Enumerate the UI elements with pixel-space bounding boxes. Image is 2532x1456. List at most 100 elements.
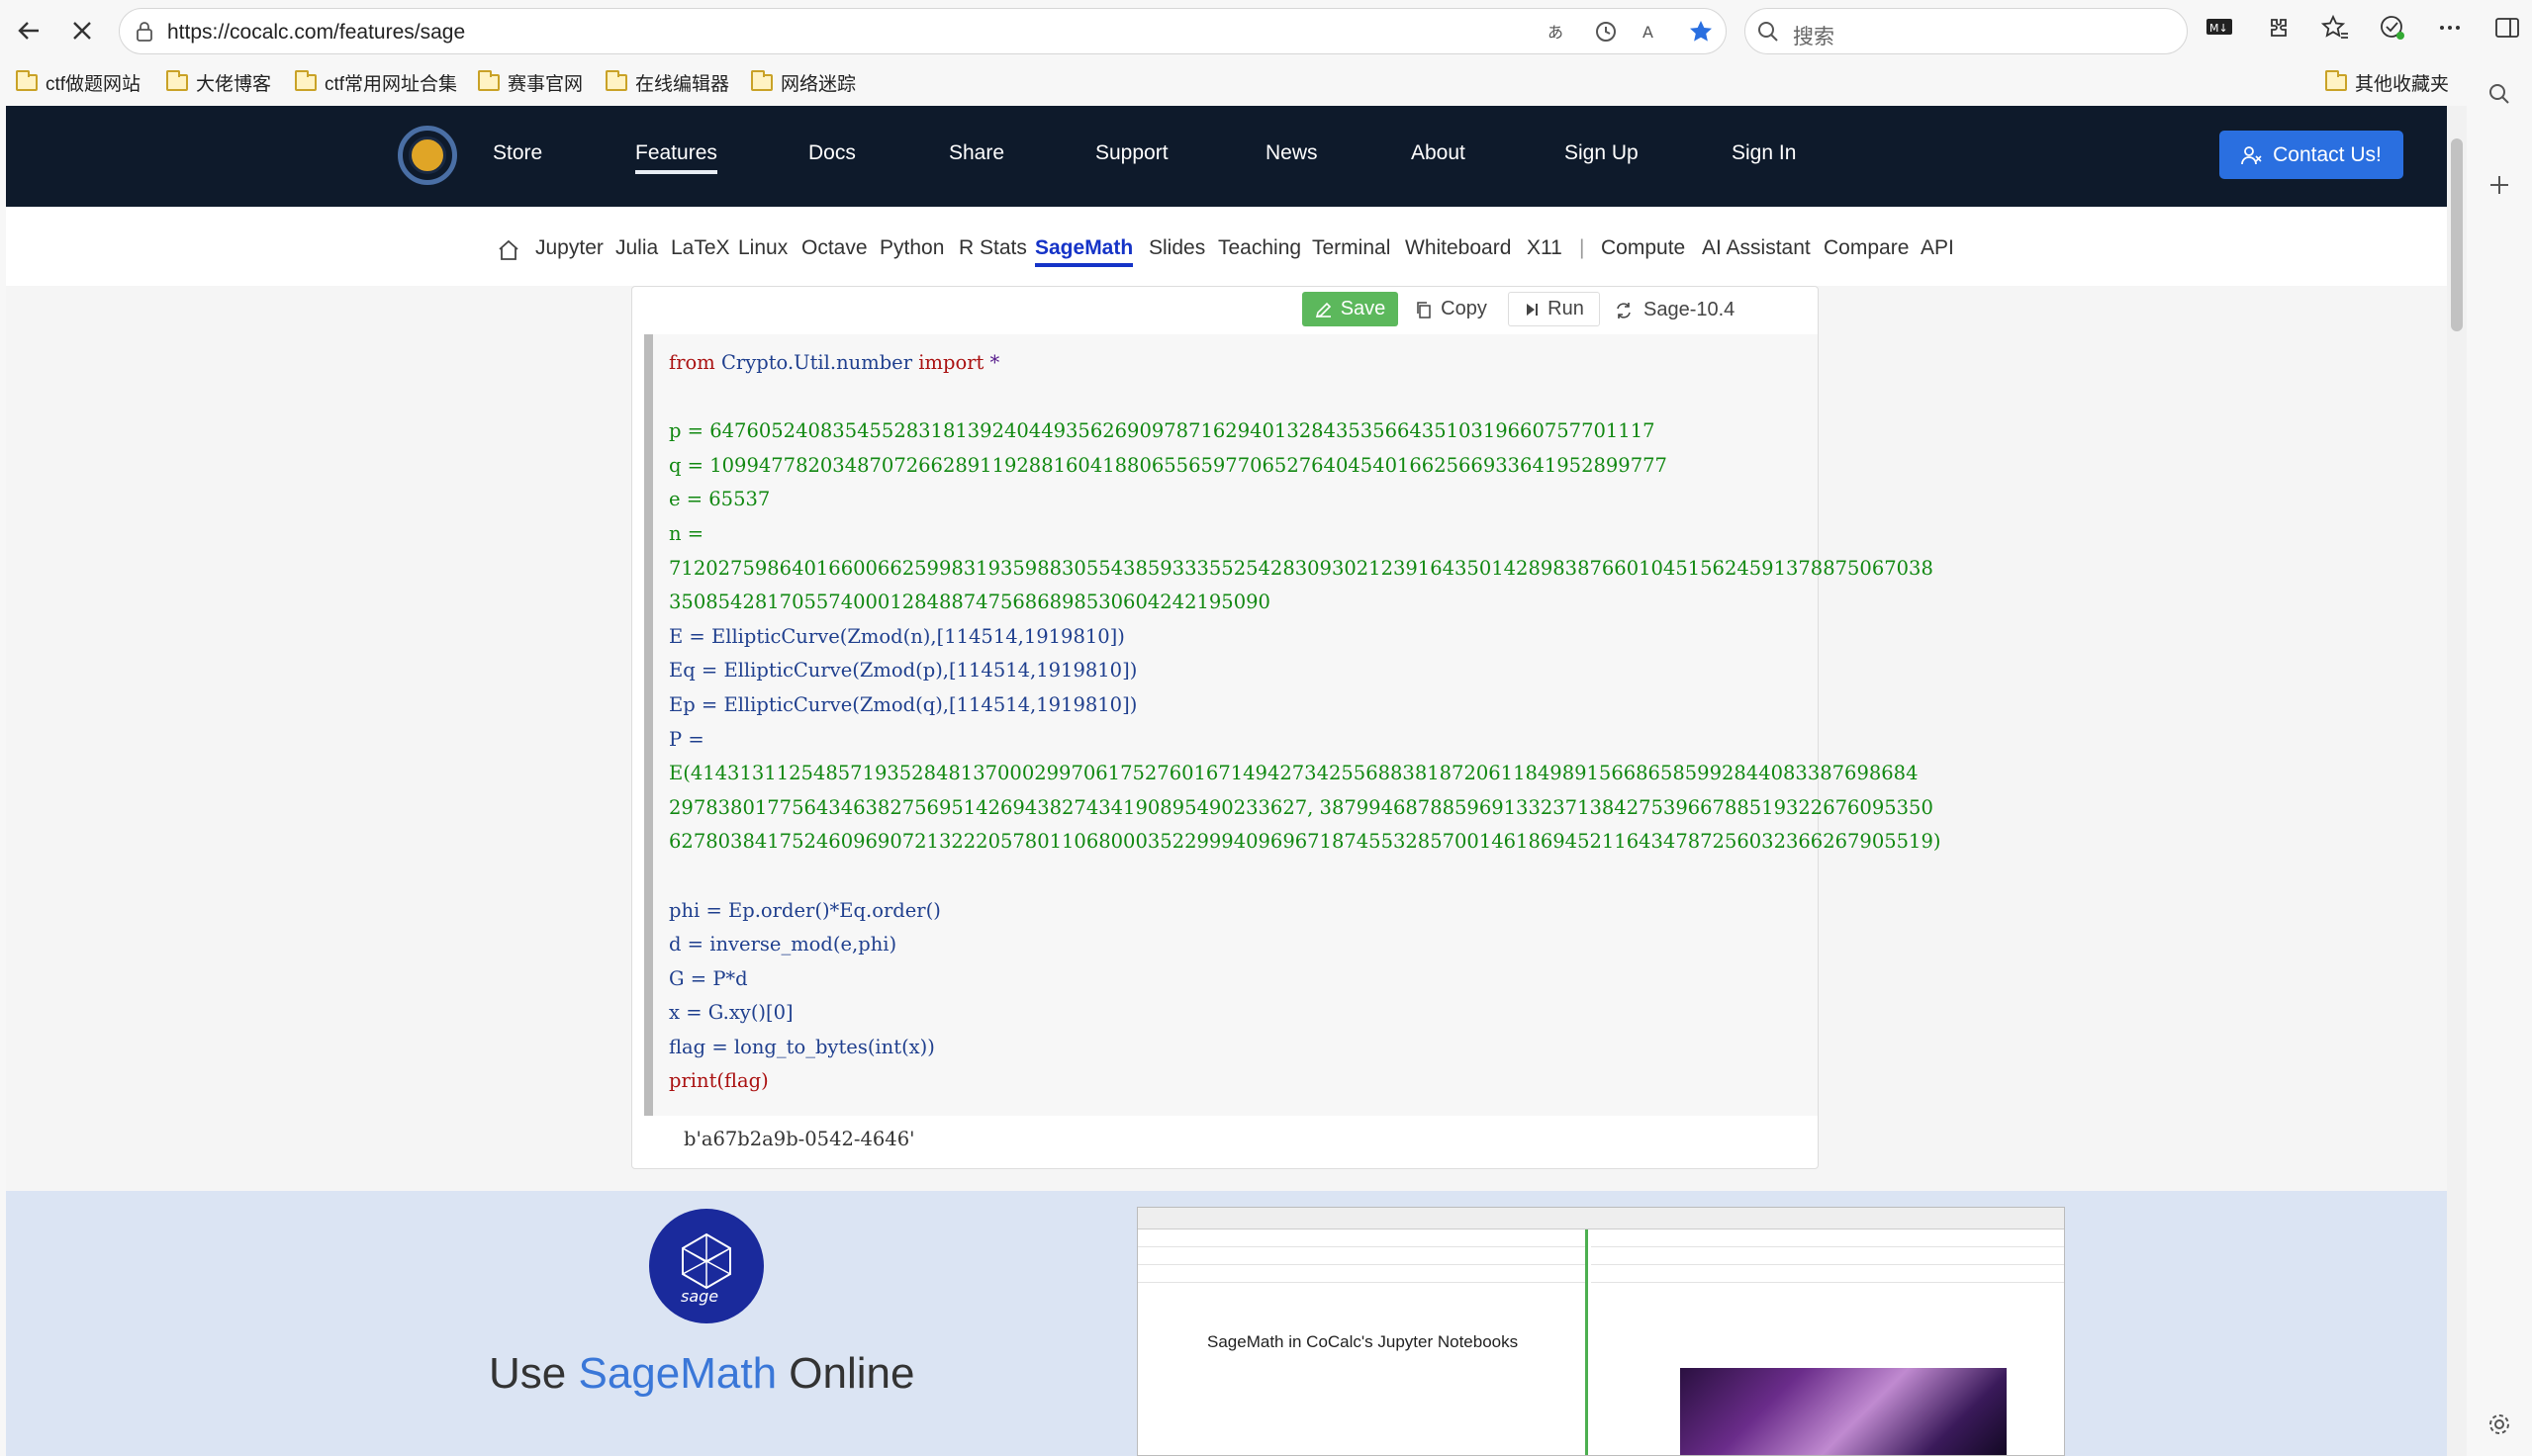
screenshot-left-panel: SageMath in CoCalc's Jupyter Notebooks — [1138, 1229, 1588, 1455]
code-line-x: x = G.xy()[0] — [669, 1001, 794, 1025]
contact-us-button[interactable]: Contact Us! — [2219, 131, 2403, 179]
edge-sidebar — [2467, 61, 2532, 1456]
code-output: b'a67b2a9b-0542-4646' — [684, 1128, 915, 1150]
url-bar[interactable]: https://cocalc.com/features/sage あ A — [119, 8, 1727, 54]
scrollbar-thumb[interactable] — [2451, 138, 2463, 331]
subnav-terminal[interactable]: Terminal — [1312, 236, 1390, 260]
performance-icon[interactable] — [2379, 14, 2406, 42]
nav-news[interactable]: News — [1266, 141, 1318, 165]
read-aloud-icon[interactable]: A — [1641, 19, 1666, 45]
cocalc-logo[interactable] — [398, 126, 457, 185]
lock-icon — [137, 22, 152, 42]
subnav-sagemath[interactable]: SageMath — [1035, 236, 1134, 267]
screenshot-actions — [1138, 1265, 1585, 1283]
browser-toolbar-actions: M↓ — [2204, 14, 2521, 42]
folder-icon — [751, 70, 773, 91]
svg-text:あ: あ — [1547, 23, 1563, 42]
site-top-nav: Store Features Docs Share Support News A… — [6, 106, 2447, 207]
subnav-compare[interactable]: Compare — [1824, 236, 1909, 260]
subnav-octave[interactable]: Octave — [801, 236, 868, 260]
browser-chrome: https://cocalc.com/features/sage あ A 搜索 … — [0, 0, 2532, 106]
code-line-q: q = 109947782034870726628911928816041880… — [669, 453, 1667, 477]
nav-about[interactable]: About — [1411, 141, 1465, 165]
subnav-api[interactable]: API — [1921, 236, 1954, 260]
bookmark-folder[interactable]: ctf常用网址合集 — [295, 69, 457, 96]
other-bookmarks-folder[interactable]: 其他收藏夹 — [2325, 69, 2449, 96]
back-button[interactable] — [12, 14, 46, 47]
sync-icon — [1617, 302, 1631, 318]
folder-icon — [166, 70, 188, 91]
add-icon[interactable] — [2486, 172, 2512, 198]
bookmark-folder[interactable]: 大佬博客 — [166, 69, 271, 96]
copy-button[interactable]: Copy — [1404, 292, 1498, 326]
screenshot-actions — [1591, 1265, 2064, 1283]
bookmark-folder[interactable]: 赛事官网 — [478, 69, 583, 96]
code-toolbar: Save Copy Run Sage-10.4 — [632, 287, 1818, 332]
address-row: https://cocalc.com/features/sage あ A 搜索 … — [0, 0, 2532, 61]
bookmarks-bar: ctf做题网站 大佬博客 ctf常用网址合集 赛事官网 在线编辑器 网络迷踪 其… — [0, 61, 2532, 103]
svg-text:sage: sage — [681, 1287, 718, 1306]
subnav-ai-assistant[interactable]: AI Assistant — [1702, 236, 1811, 260]
subnav-x11[interactable]: X11 — [1527, 236, 1562, 260]
screenshot-tabbar — [1138, 1208, 2064, 1229]
subnav-python[interactable]: Python — [880, 236, 944, 260]
folder-icon — [16, 70, 38, 91]
nav-store[interactable]: Store — [493, 141, 542, 165]
folder-icon — [606, 70, 627, 91]
subnav-r-stats[interactable]: R Stats — [959, 236, 1027, 260]
sidebar-toggle-icon[interactable] — [2493, 14, 2521, 42]
code-line-P-value-2: 2978380177564346382756951426943827434190… — [669, 795, 1933, 819]
translate-icon[interactable]: あ — [1546, 19, 1571, 45]
svg-text:A: A — [1642, 23, 1653, 42]
browser-search-bar[interactable]: 搜索 — [1744, 8, 2188, 54]
bookmark-folder[interactable]: ctf做题网站 — [16, 69, 141, 96]
use-sagemath-section: sage Use SageMath Online SageMath in CoC… — [6, 1191, 2447, 1456]
favorites-icon[interactable] — [2321, 14, 2349, 42]
favorite-star-icon[interactable] — [1688, 19, 1714, 45]
extensions-icon[interactable] — [2264, 14, 2292, 42]
nav-share[interactable]: Share — [949, 141, 1004, 165]
section-title: Use SageMath Online — [489, 1349, 915, 1398]
stop-loading-button[interactable] — [65, 14, 99, 47]
save-button[interactable]: Save — [1302, 292, 1398, 326]
refresh-icon[interactable] — [1593, 19, 1619, 45]
code-line-p: p = 647605240835455283181392404493562690… — [669, 419, 1655, 443]
subnav-slides[interactable]: Slides — [1149, 236, 1205, 260]
nav-sign-up[interactable]: Sign Up — [1564, 141, 1639, 165]
bookmark-folder[interactable]: 网络迷踪 — [751, 69, 856, 96]
subnav-compute[interactable]: Compute — [1601, 236, 1685, 260]
sage-logo-icon: sage — [681, 1232, 731, 1306]
nav-support[interactable]: Support — [1095, 141, 1169, 165]
kernel-selector[interactable]: Sage-10.4 — [1614, 299, 1735, 321]
run-button[interactable]: Run — [1508, 292, 1600, 326]
folder-icon — [478, 70, 500, 91]
code-line-E: E = EllipticCurve(Zmod(n),[114514,191981… — [669, 624, 1125, 648]
nav-sign-in[interactable]: Sign In — [1732, 141, 1796, 165]
code-line-G: G = P*d — [669, 966, 748, 990]
subnav-teaching[interactable]: Teaching — [1218, 236, 1301, 260]
copy-icon — [1417, 301, 1431, 318]
code-line-Ep: Ep = EllipticCurve(Zmod(q),[114514,19198… — [669, 692, 1138, 716]
sage-code-cell: Save Copy Run Sage-10.4 from Crypto.Util… — [631, 286, 1940, 1169]
screenshot-menubar — [1591, 1247, 2064, 1265]
subnav-whiteboard[interactable]: Whiteboard — [1405, 236, 1511, 260]
users-icon — [2241, 145, 2262, 164]
screenshot-toolbar — [1591, 1229, 2064, 1247]
subnav-linux[interactable]: Linux — [738, 236, 788, 260]
search-icon[interactable] — [2486, 81, 2512, 107]
gear-icon[interactable] — [2486, 1411, 2512, 1437]
code-editor[interactable]: from Crypto.Util.number import * p = 647… — [644, 334, 1940, 1116]
code-line-print: print(flag) — [669, 1069, 769, 1093]
subnav-jupyter[interactable]: Jupyter — [535, 236, 604, 260]
nav-features[interactable]: Features — [635, 141, 717, 174]
jupyter-notebook-screenshot: SageMath in CoCalc's Jupyter Notebooks — [1137, 1207, 2065, 1456]
screenshot-caption: SageMath in CoCalc's Jupyter Notebooks — [1207, 1332, 1519, 1351]
bookmark-folder[interactable]: 在线编辑器 — [606, 69, 729, 96]
web-page: Store Features Docs Share Support News A… — [6, 106, 2447, 1456]
more-menu-icon[interactable] — [2436, 14, 2464, 42]
home-icon[interactable] — [497, 238, 520, 262]
markdown-extension-icon[interactable]: M↓ — [2204, 14, 2234, 40]
subnav-latex[interactable]: LaTeX — [671, 236, 730, 260]
subnav-julia[interactable]: Julia — [615, 236, 658, 260]
nav-docs[interactable]: Docs — [808, 141, 856, 165]
